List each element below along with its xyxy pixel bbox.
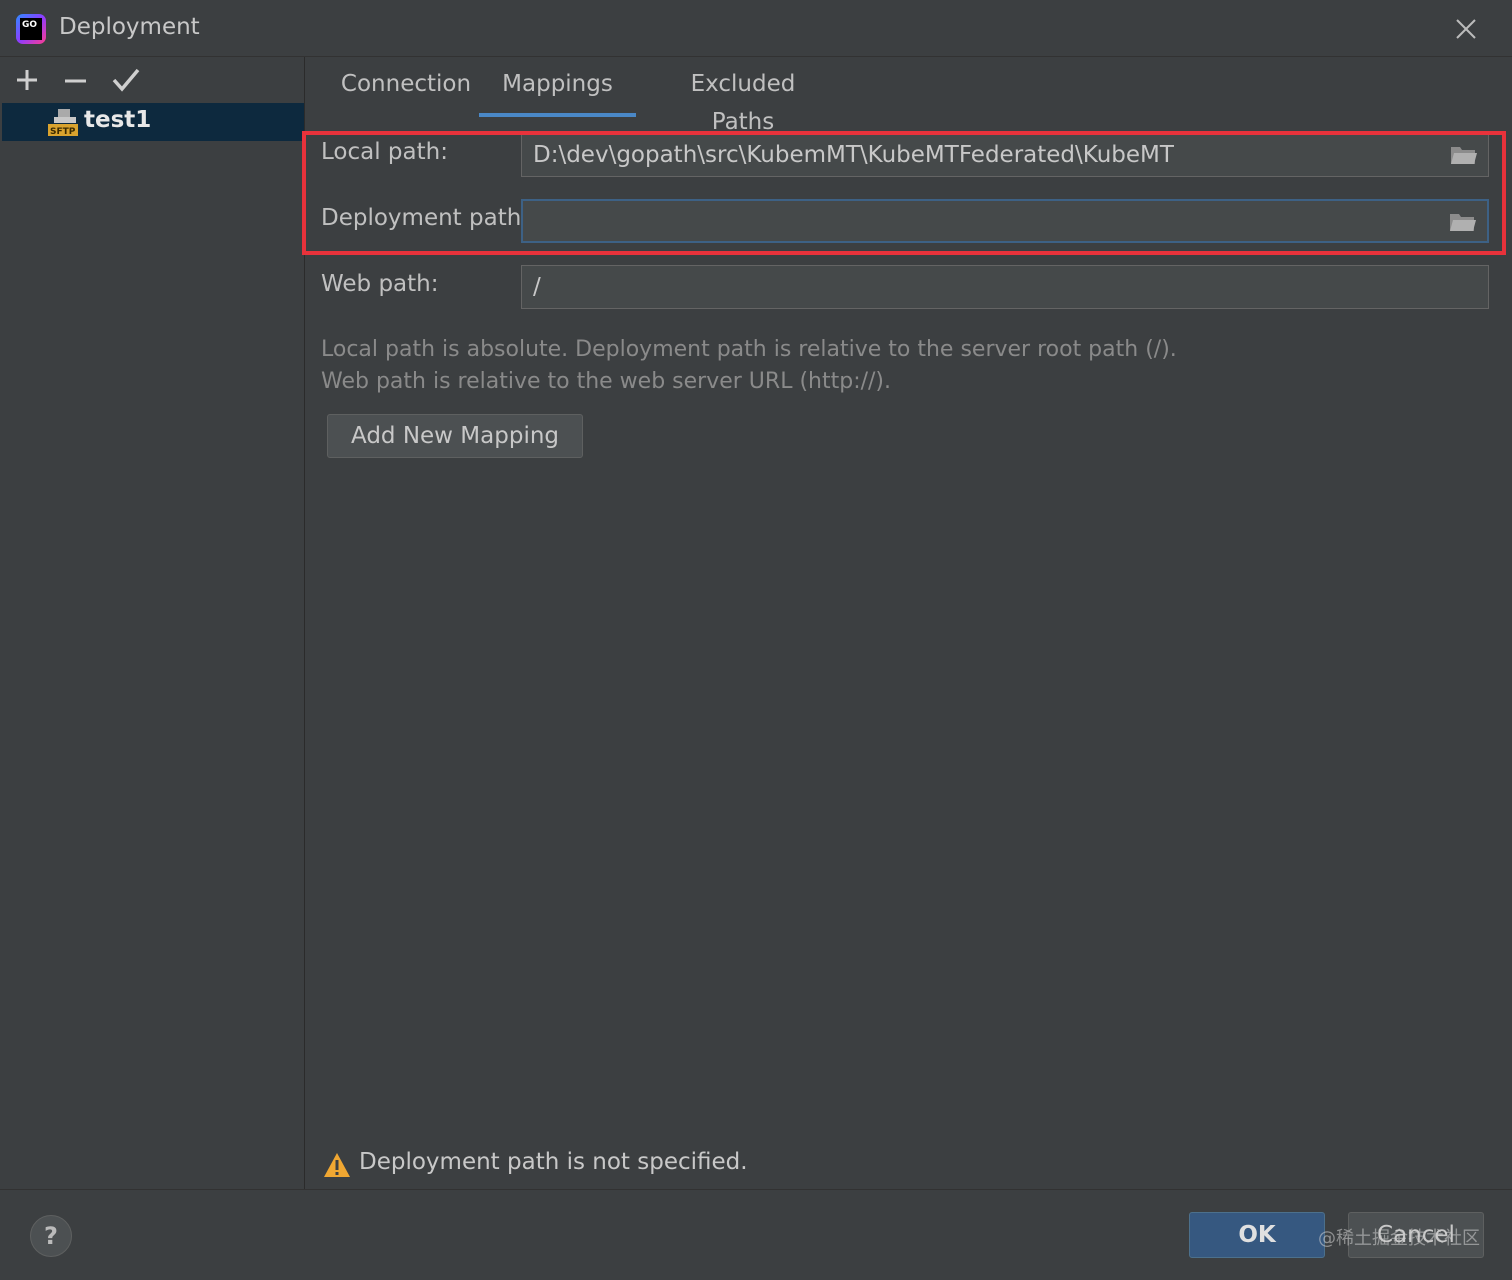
folder-icon[interactable]: [1449, 211, 1477, 233]
settings-panel: Connection Mappings Excluded Paths Local…: [305, 57, 1512, 1189]
warning-icon: [324, 1153, 350, 1177]
web-path-label: Web path:: [321, 271, 439, 297]
tab-excluded-paths[interactable]: Excluded Paths: [657, 65, 829, 135]
local-path-value: D:\dev\gopath\src\KubemMT\KubeMTFederate…: [533, 142, 1174, 168]
ok-button[interactable]: OK: [1189, 1212, 1325, 1258]
cancel-button[interactable]: Cancel: [1348, 1212, 1484, 1258]
help-button[interactable]: ?: [30, 1215, 72, 1257]
minus-icon: [65, 79, 86, 83]
hint-line-1: Local path is absolute. Deployment path …: [321, 337, 1177, 362]
check-icon: [112, 68, 140, 92]
close-button[interactable]: [1450, 14, 1482, 44]
close-icon: [1456, 19, 1476, 39]
deployment-path-label: Deployment path:: [321, 205, 530, 231]
dialog-footer: ? OK Cancel @稀土掘金技术社区: [0, 1189, 1512, 1280]
window-title: Deployment: [59, 14, 200, 40]
server-item-test1[interactable]: SFTP test1: [2, 103, 304, 141]
plus-icon: [17, 70, 37, 90]
deployment-path-input[interactable]: [521, 199, 1489, 243]
web-path-value: /: [533, 274, 541, 300]
remove-server-button[interactable]: [58, 65, 94, 95]
sftp-server-icon: SFTP: [48, 109, 80, 137]
server-name: test1: [84, 107, 152, 133]
svg-text:SFTP: SFTP: [50, 127, 76, 137]
tab-bar: Connection Mappings Excluded Paths: [305, 57, 1512, 135]
add-server-button[interactable]: [10, 65, 46, 95]
local-path-label: Local path:: [321, 139, 448, 165]
folder-icon[interactable]: [1450, 144, 1478, 166]
hint-line-2: Web path is relative to the web server U…: [321, 369, 892, 394]
local-path-input[interactable]: D:\dev\gopath\src\KubemMT\KubeMTFederate…: [521, 133, 1489, 177]
web-path-input[interactable]: /: [521, 265, 1489, 309]
warning-text: Deployment path is not specified.: [359, 1149, 748, 1175]
apply-default-button[interactable]: [108, 65, 144, 95]
server-sidebar: SFTP test1: [0, 57, 305, 1189]
tab-mappings[interactable]: Mappings: [479, 65, 636, 117]
goland-logo-icon: GO: [16, 14, 46, 44]
tab-connection[interactable]: Connection: [329, 65, 483, 117]
add-new-mapping-button[interactable]: Add New Mapping: [327, 414, 583, 458]
title-bar: GO Deployment: [0, 0, 1512, 57]
